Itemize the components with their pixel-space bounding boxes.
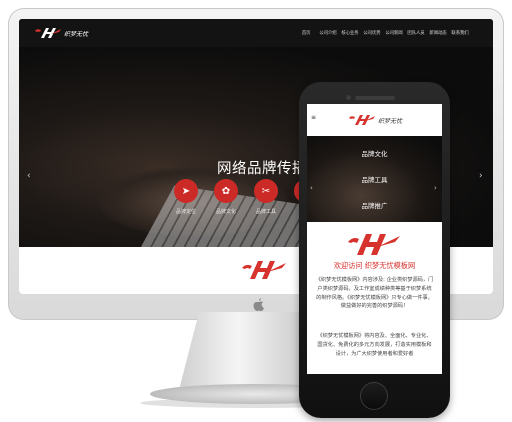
svg-text:织梦无忧: 织梦无忧 — [378, 117, 403, 125]
hero-feature-label: 品牌文化 — [215, 209, 236, 215]
nav-item-advantage[interactable]: 公司优势 — [361, 30, 383, 36]
mobile-hero-item-promotion[interactable]: 品牌推广 — [307, 200, 442, 210]
mobile-hero-banner: 品牌文化 品牌工具 品牌推广 ‹ › — [307, 136, 442, 222]
hero-prev-arrow-icon[interactable]: ‹ — [27, 171, 31, 181]
mobile-header: ≡ 织梦无忧 — [307, 104, 442, 137]
palette-icon: ✿ — [214, 179, 238, 203]
mobile-hero-item-culture[interactable]: 品牌文化 — [307, 148, 442, 158]
nav-item-news[interactable]: 新闻动态 — [427, 30, 449, 36]
desktop-nav-bar: 织梦无忧 首页 公司介绍 核心业务 公司优势 公司新闻 团队人员 新闻动态 联系… — [19, 19, 493, 47]
mobile-site-logo[interactable]: 织梦无忧 — [347, 112, 407, 128]
nav-item-company-news[interactable]: 公司新闻 — [383, 30, 405, 36]
apple-logo-icon — [253, 298, 264, 311]
mobile-hero-item-tools[interactable]: 品牌工具 — [307, 174, 442, 184]
phone-speaker — [355, 96, 395, 100]
phone-screen: ≡ 织梦无忧 品牌文化 品牌工具 品牌推广 ‹ › 欢迎访问 织梦无忧模板网 《… — [307, 104, 442, 374]
hero-feature-tools[interactable]: ✂ 品牌工具 — [251, 179, 281, 215]
nav-item-contact[interactable]: 联系我们 — [449, 30, 471, 36]
phone-home-button[interactable] — [360, 382, 388, 410]
menu-icon[interactable]: ≡ — [311, 114, 316, 121]
mobile-next-arrow-icon[interactable]: › — [434, 184, 437, 192]
hero-next-arrow-icon[interactable]: › — [479, 171, 483, 181]
mobile-intro-paragraph-1: 《织梦无忧模板网》内容涉及: 企业类织梦源码，门户类织梦源码，及工作室成绩种类等… — [315, 277, 434, 310]
section-logo — [242, 261, 286, 279]
hero-feature-label: 品牌工具 — [255, 209, 276, 215]
mobile-section-logo — [348, 234, 400, 255]
nav-item-home[interactable]: 首页 — [295, 30, 317, 36]
hero-feature-positioning[interactable]: ➤ 品牌定位 — [171, 179, 201, 215]
site-logo[interactable]: 织梦无忧 — [33, 25, 93, 41]
svg-text:织梦无忧: 织梦无忧 — [64, 30, 89, 38]
paper-plane-icon: ➤ — [174, 179, 198, 203]
hero-feature-label: 品牌定位 — [175, 209, 196, 215]
phone-camera — [346, 95, 351, 100]
nav-item-business[interactable]: 核心业务 — [339, 30, 361, 36]
hero-title: 网络品牌传播 — [217, 161, 307, 177]
tools-icon: ✂ — [254, 179, 278, 203]
mobile-welcome-heading: 欢迎访问 织梦无忧模板网 — [333, 261, 416, 270]
mobile-phone: ≡ 织梦无忧 品牌文化 品牌工具 品牌推广 ‹ › 欢迎访问 织梦无忧模板网 《… — [299, 82, 450, 418]
mobile-intro-paragraph-2: 《织梦无忧模板网》将内容及、全面化、专业化、国货化、免费化的多元方向发展，打造实… — [317, 333, 432, 357]
nav-item-about[interactable]: 公司介绍 — [317, 30, 339, 36]
nav-item-team[interactable]: 团队人员 — [405, 30, 427, 36]
mobile-prev-arrow-icon[interactable]: ‹ — [310, 184, 313, 192]
hero-feature-culture[interactable]: ✿ 品牌文化 — [211, 179, 241, 215]
desktop-nav-menu: 首页 公司介绍 核心业务 公司优势 公司新闻 团队人员 新闻动态 联系我们 — [295, 19, 471, 47]
